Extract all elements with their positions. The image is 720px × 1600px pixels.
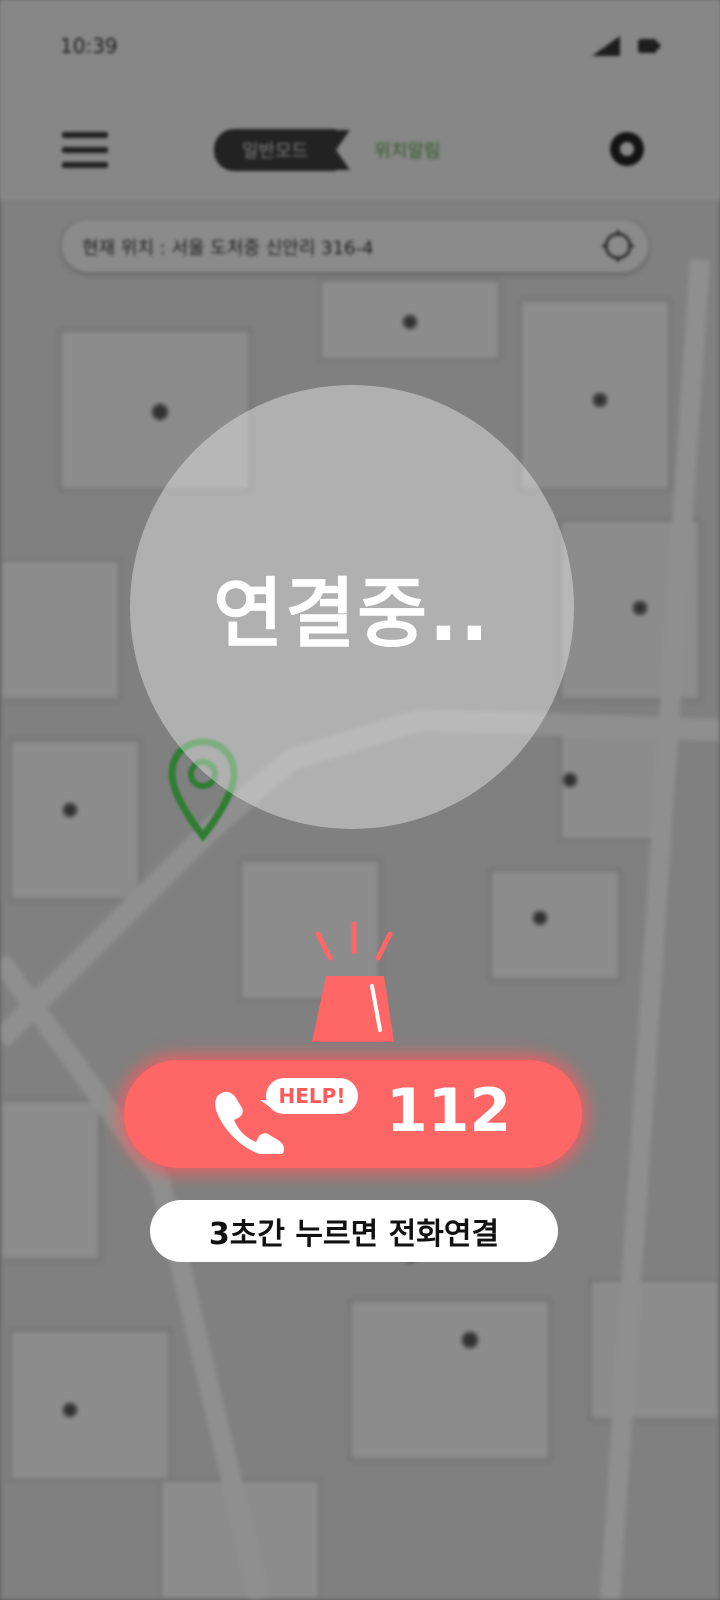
connecting-indicator: 연결중.. xyxy=(130,385,574,829)
emergency-number: 112 xyxy=(386,1076,512,1146)
hold-hint-label: 3초간 누르면 전화연결 xyxy=(150,1200,558,1262)
emergency-call-screen: 현재 위치 : 서울 도처중 신안리 316-4 10:39 일반모드 위치알림 xyxy=(0,0,720,1600)
help-bubble: HELP! xyxy=(266,1078,358,1114)
connecting-text: 연결중.. xyxy=(213,569,491,658)
hold-hint-text: 3초간 누르면 전화연결 xyxy=(208,1217,500,1252)
emergency-call-button[interactable]: HELP! 112 xyxy=(124,1060,582,1168)
siren-icon xyxy=(312,921,394,1042)
